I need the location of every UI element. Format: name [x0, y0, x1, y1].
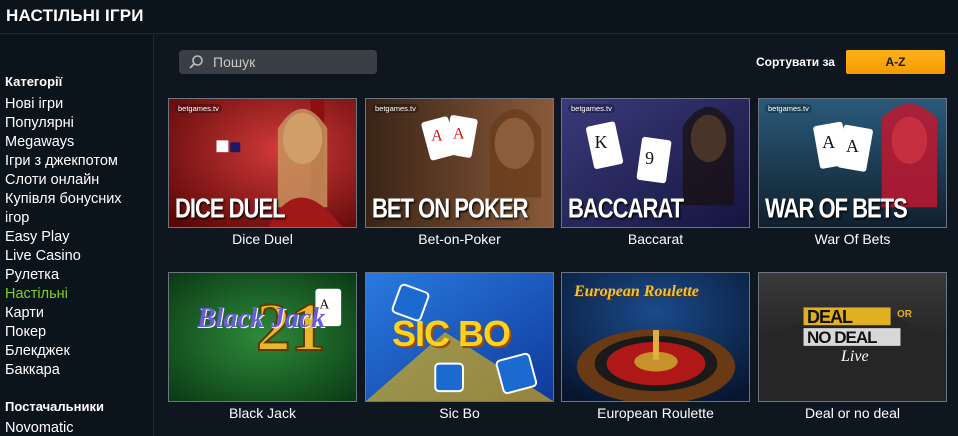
svg-text:A: A: [431, 127, 443, 144]
game-title[interactable]: European Roulette: [561, 405, 750, 421]
thumb-title-live: Live: [841, 348, 869, 365]
game-title[interactable]: War Of Bets: [758, 231, 947, 247]
sidebar-item-megaways[interactable]: Megaways: [5, 133, 122, 152]
sidebar-item-live-casino[interactable]: Live Casino: [5, 247, 122, 266]
sidebar-item-baccarat[interactable]: Баккара: [5, 361, 122, 380]
thumb-title: SIC BO: [392, 313, 511, 354]
thumb-title-or: OR: [897, 309, 912, 320]
game-tile-european-roulette[interactable]: European Roulette: [561, 272, 750, 402]
sidebar-item-new[interactable]: Нові ігри: [5, 95, 122, 114]
sidebar-item-bonus-buy-cont[interactable]: ігор: [5, 209, 122, 228]
game-tile-sic-bo[interactable]: SIC BO: [365, 272, 554, 402]
sidebar-item-roulette[interactable]: Рулетка: [5, 266, 122, 285]
sidebar-item-cards[interactable]: Карти: [5, 304, 122, 323]
thumb-title: European Roulette: [574, 283, 699, 300]
game-tile-deal-or-no-deal[interactable]: DEAL OR NO DEAL Live: [758, 272, 947, 402]
svg-text:9: 9: [645, 148, 654, 168]
thumb-title: BACCARAT: [568, 192, 684, 224]
sidebar-item-popular[interactable]: Популярні: [5, 114, 122, 133]
thumb-title: WAR OF BETS: [765, 192, 908, 224]
sidebar-item-poker[interactable]: Покер: [5, 323, 122, 342]
thumb-title: DICE DUEL: [175, 192, 286, 224]
brand-badge: betgames.tv: [568, 104, 615, 113]
main-content: Сортувати за A-Z betgames.tv DICE DUEL D…: [155, 35, 958, 436]
game-tile-black-jack[interactable]: 21 A Black Jack: [168, 272, 357, 402]
category-list: Нові ігри Популярні Megaways Ігри з джек…: [5, 95, 122, 380]
black-jack-thumbnail: 21 A: [169, 273, 356, 401]
top-bar: НАСТІЛЬНІ ІГРИ: [0, 0, 958, 34]
sidebar-item-blackjack[interactable]: Блекджек: [5, 342, 122, 361]
search-box[interactable]: [179, 50, 377, 74]
page-title: НАСТІЛЬНІ ІГРИ: [6, 6, 144, 25]
categories-heading: Категорії: [5, 74, 63, 89]
sort-button[interactable]: A-Z: [846, 50, 945, 74]
sidebar: Категорії Нові ігри Популярні Megaways І…: [0, 35, 154, 436]
brand-badge: betgames.tv: [765, 104, 812, 113]
brand-badge: betgames.tv: [372, 104, 419, 113]
thumb-title: BET ON POKER: [372, 192, 528, 224]
game-title[interactable]: Dice Duel: [168, 231, 357, 247]
game-title[interactable]: Deal or no deal: [758, 405, 947, 421]
sidebar-item-jackpot[interactable]: Ігри з джекпотом: [5, 152, 122, 171]
game-tile-bet-on-poker[interactable]: A A betgames.tv BET ON POKER: [365, 98, 554, 228]
sidebar-item-easy-play[interactable]: Easy Play: [5, 228, 122, 247]
game-title[interactable]: Bet-on-Poker: [365, 231, 554, 247]
brand-badge: betgames.tv: [175, 104, 222, 113]
thumb-title-no-deal: NO DEAL: [807, 328, 877, 347]
game-title[interactable]: Black Jack: [168, 405, 357, 421]
game-title[interactable]: Sic Bo: [365, 405, 554, 421]
game-tile-dice-duel[interactable]: betgames.tv DICE DUEL: [168, 98, 357, 228]
sidebar-item-bonus-buy[interactable]: Купівля бонусних: [5, 190, 122, 209]
provider-novomatic[interactable]: Novomatic: [5, 420, 74, 436]
svg-text:A: A: [822, 132, 835, 152]
search-input[interactable]: [213, 52, 373, 72]
game-tile-war-of-bets[interactable]: A A betgames.tv WAR OF BETS: [758, 98, 947, 228]
game-title[interactable]: Baccarat: [561, 231, 750, 247]
search-icon: [189, 55, 203, 69]
svg-text:A: A: [453, 125, 465, 142]
svg-text:A: A: [846, 136, 859, 156]
thumb-title: Black Jack: [197, 303, 326, 334]
thumb-title: DEAL: [807, 307, 853, 327]
sort-label: Сортувати за: [756, 55, 835, 69]
providers-heading: Постачальники: [5, 399, 104, 414]
svg-text:K: K: [595, 132, 608, 152]
sidebar-item-slots[interactable]: Слоти онлайн: [5, 171, 122, 190]
game-tile-baccarat[interactable]: K 9 betgames.tv BACCARAT: [561, 98, 750, 228]
sidebar-item-table[interactable]: Настільні: [5, 285, 122, 304]
